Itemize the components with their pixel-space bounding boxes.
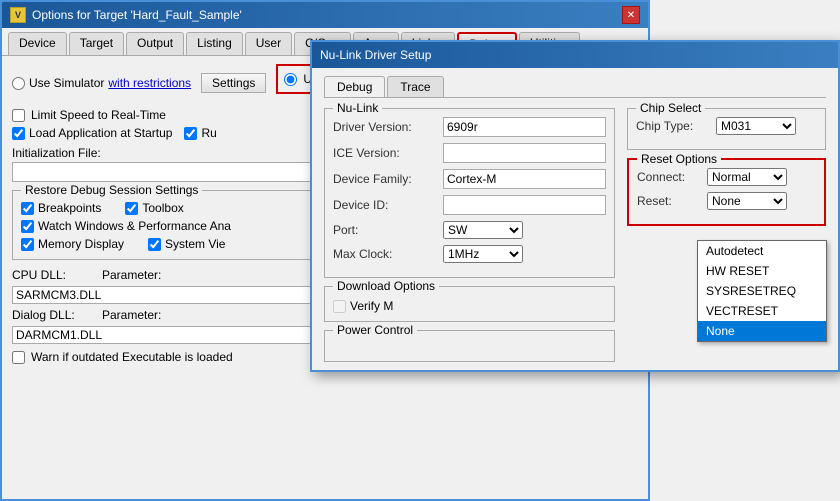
simulator-settings-button[interactable]: Settings [201,73,266,93]
dialog-title: Nu-Link Driver Setup [320,48,431,62]
title-bar-left: V Options for Target 'Hard_Fault_Sample' [10,7,242,23]
max-clock-label: Max Clock: [333,247,443,261]
ice-version-label: ICE Version: [333,146,443,160]
device-id-label: Device ID: [333,198,443,212]
chip-select-title: Chip Select [636,101,705,115]
dropdown-sysresetreq[interactable]: SYSRESETREQ [698,281,826,301]
dialog-dll-label: Dialog DLL: [12,308,102,322]
dialog-body: Debug Trace Nu-Link Driver Version: ICE … [312,68,838,370]
ice-version-input[interactable] [443,143,606,163]
port-row: Port: SW JTAG [333,221,606,239]
max-clock-select[interactable]: 1MHz 2MHz 4MHz [443,245,523,263]
dialog-param-label: Parameter: [102,308,182,322]
warn-checkbox[interactable] [12,351,25,364]
reset-select[interactable]: Autodetect HW RESET SYSRESETREQ VECTRESE… [707,192,787,210]
driver-version-input[interactable] [443,117,606,137]
use-simulator-row: Use Simulator with restrictions [12,76,191,90]
power-control-title: Power Control [333,323,417,337]
device-family-input[interactable] [443,169,606,189]
breakpoints-label: Breakpoints [38,201,101,215]
dialog-tab-debug[interactable]: Debug [324,76,385,97]
load-app-checkbox[interactable] [12,127,25,140]
port-select[interactable]: SW JTAG [443,221,523,239]
port-label: Port: [333,223,443,237]
reset-options-title: Reset Options [637,152,721,166]
watch-windows-checkbox[interactable] [21,220,34,233]
ice-version-row: ICE Version: [333,143,606,163]
system-view-checkbox[interactable] [148,238,161,251]
restore-debug-title: Restore Debug Session Settings [21,183,202,197]
reset-label: Reset: [637,194,707,208]
chip-type-row: Chip Type: M031 M032 NUC120 [636,117,817,135]
driver-version-label: Driver Version: [333,120,443,134]
watch-windows-label: Watch Windows & Performance Ana [38,219,231,233]
power-control-group: Power Control [324,330,615,362]
dialog-tab-bar: Debug Trace [324,76,826,98]
use-simulator-radio[interactable] [12,77,25,90]
dropdown-none[interactable]: None [698,321,826,341]
run-checkbox[interactable] [184,127,197,140]
nulink-dialog: Nu-Link Driver Setup Debug Trace Nu-Link… [310,40,840,372]
load-app-label: Load Application at Startup [29,126,172,140]
dialog-main-content: Nu-Link Driver Version: ICE Version: Dev… [324,108,826,362]
max-clock-row: Max Clock: 1MHz 2MHz 4MHz [333,245,606,263]
tab-device[interactable]: Device [8,32,67,55]
dropdown-vectreset[interactable]: VECTRESET [698,301,826,321]
device-id-input[interactable] [443,195,606,215]
chip-select-group: Chip Select Chip Type: M031 M032 NUC120 [627,108,826,150]
breakpoints-checkbox[interactable] [21,202,34,215]
reset-row: Reset: Autodetect HW RESET SYSRESETREQ V… [637,192,816,210]
use-debugger-radio[interactable] [284,73,297,86]
use-simulator-label: Use Simulator [29,76,104,90]
nulink-group-title: Nu-Link [333,101,382,115]
system-view-label: System Vie [165,237,225,251]
verify-checkbox[interactable] [333,300,346,313]
cpu-param-label: Parameter: [102,268,182,282]
tab-target[interactable]: Target [69,32,124,55]
app-icon: V [10,7,26,23]
dialog-left: Nu-Link Driver Version: ICE Version: Dev… [324,108,615,362]
reset-dropdown[interactable]: Autodetect HW RESET SYSRESETREQ VECTRESE… [697,240,827,342]
dropdown-hw-reset[interactable]: HW RESET [698,261,826,281]
reset-options-group: Reset Options Connect: Normal Under Rese… [627,158,826,226]
device-family-row: Device Family: [333,169,606,189]
tab-listing[interactable]: Listing [186,32,243,55]
with-restrictions-link[interactable]: with restrictions [108,76,191,90]
device-id-row: Device ID: [333,195,606,215]
dialog-dll-input[interactable] [12,326,323,344]
memory-display-label: Memory Display [38,237,124,251]
limit-speed-label: Limit Speed to Real-Time [31,108,166,122]
connect-select[interactable]: Normal Under Reset Connect & Reset [707,168,787,186]
dialog-tab-trace[interactable]: Trace [387,76,443,97]
connect-label: Connect: [637,170,707,184]
device-family-label: Device Family: [333,172,443,186]
dropdown-autodetect[interactable]: Autodetect [698,241,826,261]
driver-version-row: Driver Version: [333,117,606,137]
download-options-title: Download Options [333,279,439,293]
tab-user[interactable]: User [245,32,292,55]
verify-label: Verify M [350,299,393,313]
toolbox-label: Toolbox [142,201,183,215]
main-window-title: Options for Target 'Hard_Fault_Sample' [32,8,242,22]
chip-type-select[interactable]: M031 M032 NUC120 [716,117,796,135]
dialog-title-bar: Nu-Link Driver Setup [312,42,838,68]
cpu-dll-label: CPU DLL: [12,268,102,282]
tab-output[interactable]: Output [126,32,184,55]
download-options-group: Download Options Verify M [324,286,615,322]
limit-speed-checkbox[interactable] [12,109,25,122]
toolbox-checkbox[interactable] [125,202,138,215]
nulink-group: Nu-Link Driver Version: ICE Version: Dev… [324,108,615,278]
chip-type-label: Chip Type: [636,119,716,133]
run-label: Ru [201,126,216,140]
main-title-bar: V Options for Target 'Hard_Fault_Sample'… [2,2,648,28]
memory-display-checkbox[interactable] [21,238,34,251]
cpu-dll-input[interactable] [12,286,323,304]
close-button[interactable]: ✕ [622,6,640,24]
warn-label: Warn if outdated Executable is loaded [31,350,233,364]
connect-row: Connect: Normal Under Reset Connect & Re… [637,168,816,186]
dialog-right: Chip Select Chip Type: M031 M032 NUC120 … [627,108,826,362]
